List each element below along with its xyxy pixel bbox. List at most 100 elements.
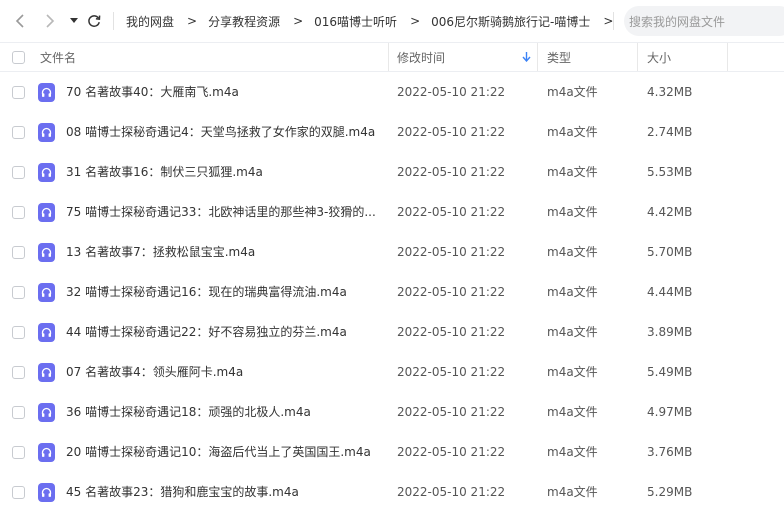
select-all-checkbox[interactable] [12,43,25,71]
file-name[interactable]: 70 名著故事40：大雁南飞.m4a [66,72,239,112]
table-row[interactable]: 32 喵博士探秘奇遇记16：现在的瑞典富得流油.m4a 2022-05-10 21… [0,272,784,312]
row-checkbox[interactable] [12,206,25,219]
file-type: m4a文件 [547,125,598,139]
file-modified-time: 2022-05-10 21:22 [397,445,506,459]
history-dropdown-button[interactable] [64,11,84,31]
file-type: m4a文件 [547,445,598,459]
audio-file-icon [38,483,55,502]
file-name[interactable]: 32 喵博士探秘奇遇记16：现在的瑞典富得流油.m4a [66,272,347,312]
column-header-name[interactable]: 文件名 [40,43,76,71]
chevron-left-icon [15,14,24,28]
file-modified-time: 2022-05-10 21:22 [397,325,506,339]
column-divider[interactable] [637,43,638,71]
file-type: m4a文件 [547,405,598,419]
table-row[interactable]: 45 名著故事23：猎狗和鹿宝宝的故事.m4a 2022-05-10 21:22 m… [0,472,784,512]
search-input[interactable]: 搜索我的网盘文件 [624,6,784,36]
file-modified-time: 2022-05-10 21:22 [397,405,506,419]
file-type: m4a文件 [547,165,598,179]
file-name[interactable]: 44 喵博士探秘奇遇记22：好不容易独立的芬兰.m4a [66,312,347,352]
table-row[interactable]: 44 喵博士探秘奇遇记22：好不容易独立的芬兰.m4a 2022-05-10 21… [0,312,784,352]
table-header: 文件名 修改时间 类型 大小 [0,42,784,72]
column-divider[interactable] [388,43,389,71]
breadcrumb-item[interactable]: 我的网盘 [126,13,174,30]
breadcrumb-item-current[interactable]: 006尼尔斯骑鹅旅行记-喵博士 [431,13,590,30]
file-name[interactable]: 75 喵博士探秘奇遇记33：北欧神话里的那些神3-狡猾的... [66,192,376,232]
breadcrumb-item[interactable]: 016喵博士听听 [314,13,397,30]
file-type: m4a文件 [547,205,598,219]
breadcrumb-separator: > [410,14,421,28]
headphones-icon [41,327,52,337]
file-size: 2.74MB [647,125,693,139]
row-checkbox[interactable] [12,246,25,259]
column-divider[interactable] [537,43,538,71]
file-name[interactable]: 08 喵博士探秘奇遇记4：天堂鸟拯救了女作家的双腿.m4a [66,112,375,152]
file-type: m4a文件 [547,85,598,99]
row-checkbox[interactable] [12,486,25,499]
file-type: m4a文件 [547,325,598,339]
table-row[interactable]: 75 喵博士探秘奇遇记33：北欧神话里的那些神3-狡猾的... 2022-05-1… [0,192,784,232]
file-name[interactable]: 36 喵博士探秘奇遇记18：顽强的北极人.m4a [66,392,311,432]
search-placeholder: 搜索我的网盘文件 [629,14,726,29]
refresh-icon [88,15,101,27]
table-row[interactable]: 13 名著故事7：拯救松鼠宝宝.m4a 2022-05-10 21:22 m4a文件… [0,232,784,272]
file-size: 4.97MB [647,405,693,419]
file-modified-time: 2022-05-10 21:22 [397,285,506,299]
audio-file-icon [38,323,55,342]
file-modified-time: 2022-05-10 21:22 [397,165,506,179]
headphones-icon [41,247,52,257]
column-header-modified[interactable]: 修改时间 [397,43,445,71]
table-row[interactable]: 31 名著故事16：制伏三只狐狸.m4a 2022-05-10 21:22 m4a文… [0,152,784,192]
toolbar-divider [613,12,614,30]
row-checkbox[interactable] [12,126,25,139]
headphones-icon [41,447,52,457]
breadcrumb: 我的网盘 > 分享教程资源 > 016喵博士听听 > 006尼尔斯骑鹅旅行记-喵… [126,0,624,42]
forward-button[interactable] [40,11,60,31]
headphones-icon [41,127,52,137]
file-name[interactable]: 20 喵博士探秘奇遇记10：海盗后代当上了英国国王.m4a [66,432,371,472]
row-checkbox[interactable] [12,166,25,179]
refresh-button[interactable] [84,11,104,31]
table-row[interactable]: 07 名著故事4：领头雁阿卡.m4a 2022-05-10 21:22 m4a文件 5… [0,352,784,392]
headphones-icon [41,407,52,417]
column-divider[interactable] [727,43,728,71]
file-type: m4a文件 [547,245,598,259]
chevron-right-icon [46,14,55,28]
file-type: m4a文件 [547,485,598,499]
file-modified-time: 2022-05-10 21:22 [397,485,506,499]
file-size: 4.42MB [647,205,693,219]
sort-descending-icon[interactable] [522,52,531,62]
back-button[interactable] [10,11,30,31]
headphones-icon [41,207,52,217]
toolbar-divider [113,12,114,30]
file-name[interactable]: 07 名著故事4：领头雁阿卡.m4a [66,352,243,392]
table-row[interactable]: 08 喵博士探秘奇遇记4：天堂鸟拯救了女作家的双腿.m4a 2022-05-10 … [0,112,784,152]
file-size: 5.29MB [647,485,693,499]
row-checkbox[interactable] [12,326,25,339]
column-header-size[interactable]: 大小 [647,43,671,71]
file-name[interactable]: 45 名著故事23：猎狗和鹿宝宝的故事.m4a [66,472,299,512]
breadcrumb-separator: > [187,14,198,28]
row-checkbox[interactable] [12,86,25,99]
file-type: m4a文件 [547,365,598,379]
row-checkbox[interactable] [12,446,25,459]
audio-file-icon [38,403,55,422]
breadcrumb-separator: > [603,14,614,28]
table-row[interactable]: 70 名著故事40：大雁南飞.m4a 2022-05-10 21:22 m4a文件 4… [0,72,784,112]
file-name[interactable]: 31 名著故事16：制伏三只狐狸.m4a [66,152,263,192]
breadcrumb-item[interactable]: 分享教程资源 [208,13,280,30]
table-row[interactable]: 20 喵博士探秘奇遇记10：海盗后代当上了英国国王.m4a 2022-05-10 … [0,432,784,472]
row-checkbox[interactable] [12,366,25,379]
row-checkbox[interactable] [12,286,25,299]
audio-file-icon [38,163,55,182]
column-header-type[interactable]: 类型 [547,43,571,71]
headphones-icon [41,367,52,377]
row-checkbox[interactable] [12,406,25,419]
audio-file-icon [38,283,55,302]
table-row[interactable]: 36 喵博士探秘奇遇记18：顽强的北极人.m4a 2022-05-10 21:22… [0,392,784,432]
audio-file-icon [38,443,55,462]
caret-down-icon [70,18,78,23]
file-name[interactable]: 13 名著故事7：拯救松鼠宝宝.m4a [66,232,255,272]
checkbox[interactable] [12,50,25,64]
file-modified-time: 2022-05-10 21:22 [397,205,506,219]
audio-file-icon [38,243,55,262]
